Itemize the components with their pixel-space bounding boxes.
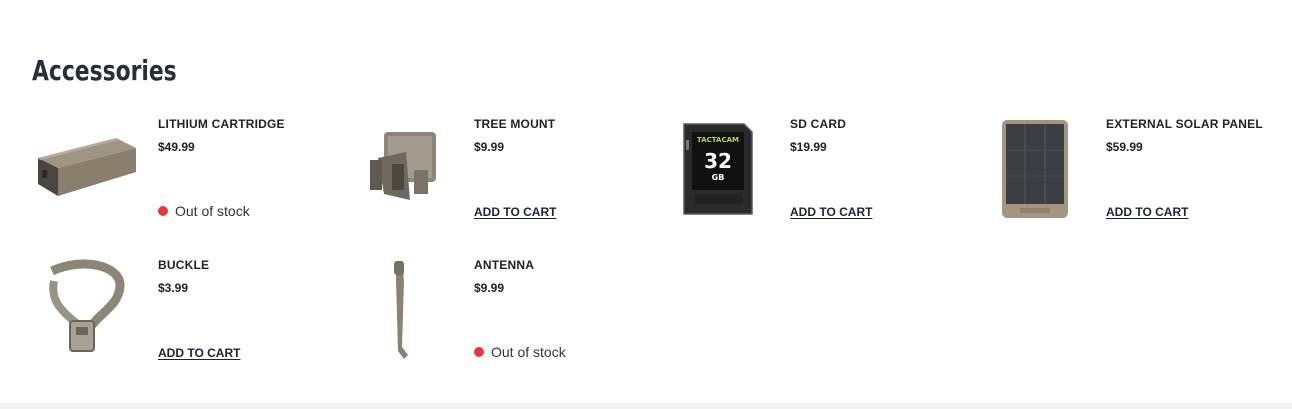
product-card-lithium-cartridge: LITHIUM CARTRIDGE $49.99 Out of stock — [32, 110, 348, 240]
product-price: $3.99 — [158, 281, 189, 295]
product-card-sd-card: TACTACAM 32 GB SD CARD $19.99 ADD TO CAR… — [664, 110, 980, 240]
accessories-section: Accessories LITHIUM CARTRIDGE $49.99 Out… — [0, 0, 1292, 409]
product-price: $59.99 — [1106, 140, 1143, 154]
product-name[interactable]: LITHIUM CARTRIDGE — [158, 117, 285, 131]
buckle-strap-image[interactable] — [32, 251, 148, 367]
product-card-antenna: ANTENNA $9.99 Out of stock — [348, 251, 664, 381]
add-to-cart-button[interactable]: ADD TO CART — [474, 205, 556, 219]
stock-status: Out of stock — [158, 203, 250, 219]
add-to-cart-button[interactable]: ADD TO CART — [1106, 205, 1188, 219]
tree-mount-image[interactable] — [348, 110, 464, 226]
stock-status: Out of stock — [474, 344, 566, 360]
antenna-image[interactable] — [348, 251, 464, 367]
out-of-stock-dot-icon — [474, 347, 484, 357]
stock-status-label: Out of stock — [175, 203, 250, 219]
product-price: $9.99 — [474, 281, 505, 295]
sd-card-image[interactable]: TACTACAM 32 GB — [664, 110, 780, 226]
section-title: Accessories — [32, 54, 177, 87]
product-card-tree-mount: TREE MOUNT $9.99 ADD TO CART — [348, 110, 664, 240]
sd-unit-text: GB — [712, 173, 725, 182]
add-to-cart-button[interactable]: ADD TO CART — [158, 346, 240, 360]
product-card-buckle: BUCKLE $3.99 ADD TO CART — [32, 251, 348, 381]
product-price: $19.99 — [790, 140, 827, 154]
product-name[interactable]: TREE MOUNT — [474, 117, 555, 131]
add-to-cart-button[interactable]: ADD TO CART — [790, 205, 872, 219]
section-divider — [0, 403, 1292, 409]
lithium-cartridge-image[interactable] — [32, 110, 148, 226]
product-card-external-solar-panel: EXTERNAL SOLAR PANEL $59.99 ADD TO CART — [980, 110, 1292, 240]
stock-status-label: Out of stock — [491, 344, 566, 360]
product-name[interactable]: SD CARD — [790, 117, 846, 131]
product-name[interactable]: ANTENNA — [474, 258, 534, 272]
product-price: $9.99 — [474, 140, 505, 154]
sd-capacity-text: 32 — [704, 149, 732, 173]
product-name[interactable]: BUCKLE — [158, 258, 209, 272]
out-of-stock-dot-icon — [158, 206, 168, 216]
sd-brand-text: TACTACAM — [697, 136, 739, 144]
product-price: $49.99 — [158, 140, 195, 154]
product-name[interactable]: EXTERNAL SOLAR PANEL — [1106, 117, 1263, 131]
solar-panel-image[interactable] — [980, 110, 1096, 226]
